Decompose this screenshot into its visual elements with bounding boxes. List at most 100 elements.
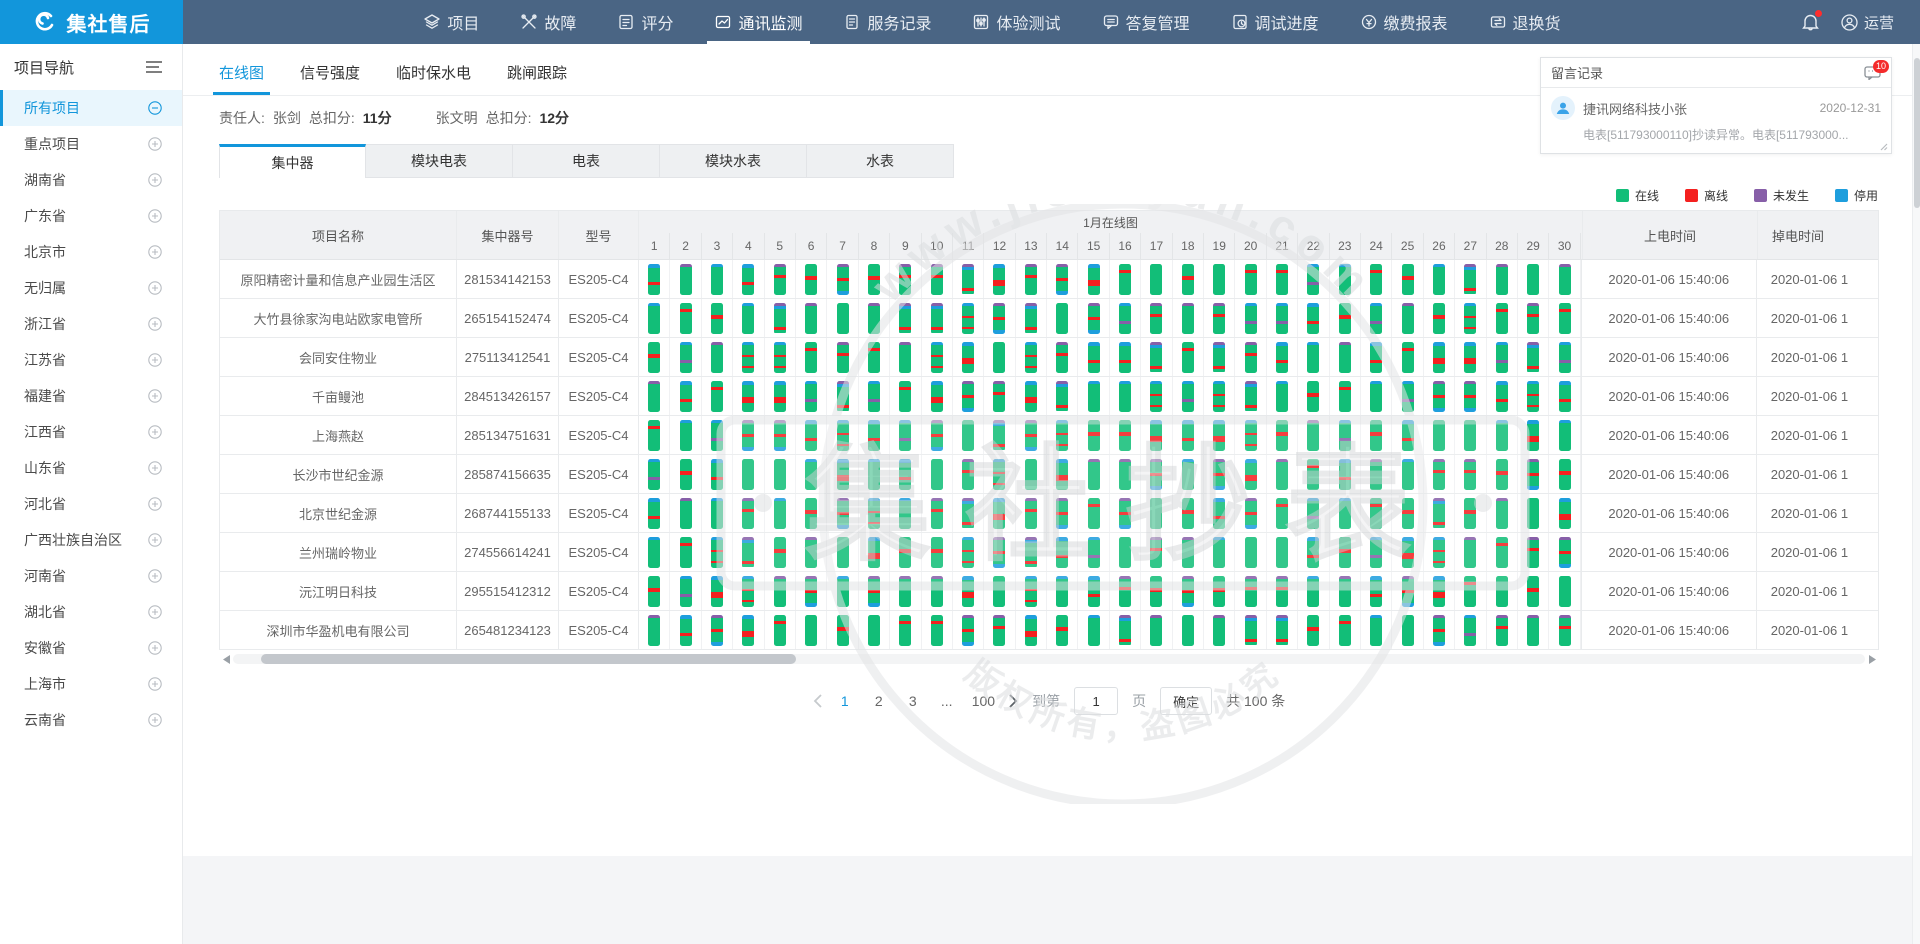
day-cell[interactable] bbox=[796, 572, 827, 610]
cell-project-name[interactable]: 沅江明日科技 bbox=[220, 572, 457, 610]
cell-project-name[interactable]: 原阳精密计量和信息产业园生活区 bbox=[220, 260, 457, 298]
next-page-icon[interactable] bbox=[1009, 694, 1018, 708]
day-cell[interactable] bbox=[796, 494, 827, 532]
day-cell[interactable] bbox=[639, 299, 670, 337]
day-cell[interactable] bbox=[1330, 416, 1361, 454]
cell-project-name[interactable]: 兰州瑞岭物业 bbox=[220, 533, 457, 571]
day-cell[interactable] bbox=[1141, 416, 1172, 454]
day-cell[interactable] bbox=[1141, 299, 1172, 337]
day-cell[interactable] bbox=[733, 299, 764, 337]
day-cell[interactable] bbox=[1173, 494, 1204, 532]
nav-item-退换货[interactable]: 退换货 bbox=[1476, 0, 1575, 44]
day-cell[interactable] bbox=[1110, 572, 1141, 610]
day-cell[interactable] bbox=[1424, 299, 1455, 337]
day-cell[interactable] bbox=[1330, 260, 1361, 298]
day-cell[interactable] bbox=[1392, 260, 1423, 298]
day-cell[interactable] bbox=[1298, 572, 1329, 610]
day-cell[interactable] bbox=[1455, 494, 1486, 532]
day-cell[interactable] bbox=[765, 260, 796, 298]
day-cell[interactable] bbox=[1330, 494, 1361, 532]
day-cell[interactable] bbox=[1235, 611, 1266, 649]
cell-project-name[interactable]: 长沙市世纪金源 bbox=[220, 455, 457, 493]
day-cell[interactable] bbox=[1298, 260, 1329, 298]
day-cell[interactable] bbox=[1173, 455, 1204, 493]
day-cell[interactable] bbox=[922, 494, 953, 532]
day-cell[interactable] bbox=[1078, 299, 1109, 337]
day-cell[interactable] bbox=[1424, 494, 1455, 532]
day-cell[interactable] bbox=[1392, 338, 1423, 376]
plus-circle-icon[interactable] bbox=[148, 245, 162, 259]
page-number-100[interactable]: 100 bbox=[972, 693, 995, 709]
day-cell[interactable] bbox=[1141, 377, 1172, 415]
day-cell[interactable] bbox=[1204, 611, 1235, 649]
day-cell[interactable] bbox=[1298, 494, 1329, 532]
day-cell[interactable] bbox=[670, 338, 701, 376]
day-cell[interactable] bbox=[859, 533, 890, 571]
day-cell[interactable] bbox=[1487, 455, 1518, 493]
day-cell[interactable] bbox=[639, 533, 670, 571]
day-cell[interactable] bbox=[1361, 260, 1392, 298]
message-chat-icon[interactable]: 10 bbox=[1864, 66, 1881, 80]
day-cell[interactable] bbox=[1392, 494, 1423, 532]
day-cell[interactable] bbox=[1235, 338, 1266, 376]
day-cell[interactable] bbox=[1016, 494, 1047, 532]
day-cell[interactable] bbox=[670, 572, 701, 610]
day-cell[interactable] bbox=[1330, 299, 1361, 337]
day-cell[interactable] bbox=[733, 494, 764, 532]
day-cell[interactable] bbox=[922, 572, 953, 610]
day-cell[interactable] bbox=[1110, 260, 1141, 298]
sidebar-item-浙江省[interactable]: 浙江省 bbox=[0, 306, 182, 342]
day-cell[interactable] bbox=[1361, 377, 1392, 415]
day-cell[interactable] bbox=[1235, 377, 1266, 415]
nav-item-调试进度[interactable]: 调试进度 bbox=[1218, 0, 1333, 44]
day-cell[interactable] bbox=[1204, 416, 1235, 454]
day-cell[interactable] bbox=[1078, 260, 1109, 298]
day-cell[interactable] bbox=[1047, 455, 1078, 493]
day-cell[interactable] bbox=[1047, 377, 1078, 415]
day-cell[interactable] bbox=[1549, 533, 1580, 571]
day-cell[interactable] bbox=[639, 416, 670, 454]
day-cell[interactable] bbox=[890, 416, 921, 454]
day-cell[interactable] bbox=[702, 611, 733, 649]
day-cell[interactable] bbox=[859, 455, 890, 493]
day-cell[interactable] bbox=[984, 572, 1015, 610]
plus-circle-icon[interactable] bbox=[148, 173, 162, 187]
nav-item-体验测试[interactable]: 体验测试 bbox=[959, 0, 1074, 44]
day-cell[interactable] bbox=[670, 533, 701, 571]
plus-circle-icon[interactable] bbox=[148, 713, 162, 727]
day-cell[interactable] bbox=[1173, 416, 1204, 454]
day-cell[interactable] bbox=[796, 260, 827, 298]
tab-跳闸跟踪[interactable]: 跳闸跟踪 bbox=[507, 62, 567, 95]
day-cell[interactable] bbox=[1047, 338, 1078, 376]
day-cell[interactable] bbox=[639, 494, 670, 532]
day-cell[interactable] bbox=[1267, 611, 1298, 649]
day-cell[interactable] bbox=[890, 533, 921, 571]
day-cell[interactable] bbox=[1016, 338, 1047, 376]
page-number-3[interactable]: 3 bbox=[904, 693, 922, 709]
day-cell[interactable] bbox=[1330, 611, 1361, 649]
day-cell[interactable] bbox=[1267, 260, 1298, 298]
collapse-menu-icon[interactable] bbox=[146, 61, 162, 73]
plus-circle-icon[interactable] bbox=[148, 533, 162, 547]
day-cell[interactable] bbox=[1455, 455, 1486, 493]
day-cell[interactable] bbox=[1016, 260, 1047, 298]
day-cell[interactable] bbox=[1392, 533, 1423, 571]
day-cell[interactable] bbox=[1267, 299, 1298, 337]
day-cell[interactable] bbox=[1110, 533, 1141, 571]
day-cell[interactable] bbox=[1549, 494, 1580, 532]
day-cell[interactable] bbox=[1173, 299, 1204, 337]
sidebar-item-湖北省[interactable]: 湖北省 bbox=[0, 594, 182, 630]
nav-item-项目[interactable]: 项目 bbox=[410, 0, 493, 44]
day-cell[interactable] bbox=[953, 533, 984, 571]
day-cell[interactable] bbox=[1267, 494, 1298, 532]
day-cell[interactable] bbox=[639, 377, 670, 415]
day-cell[interactable] bbox=[1141, 533, 1172, 571]
day-cell[interactable] bbox=[984, 377, 1015, 415]
day-cell[interactable] bbox=[1487, 377, 1518, 415]
day-cell[interactable] bbox=[1330, 338, 1361, 376]
prev-page-icon[interactable] bbox=[813, 694, 822, 708]
day-cell[interactable] bbox=[796, 338, 827, 376]
day-cell[interactable] bbox=[765, 377, 796, 415]
day-cell[interactable] bbox=[1110, 377, 1141, 415]
day-cell[interactable] bbox=[1047, 533, 1078, 571]
